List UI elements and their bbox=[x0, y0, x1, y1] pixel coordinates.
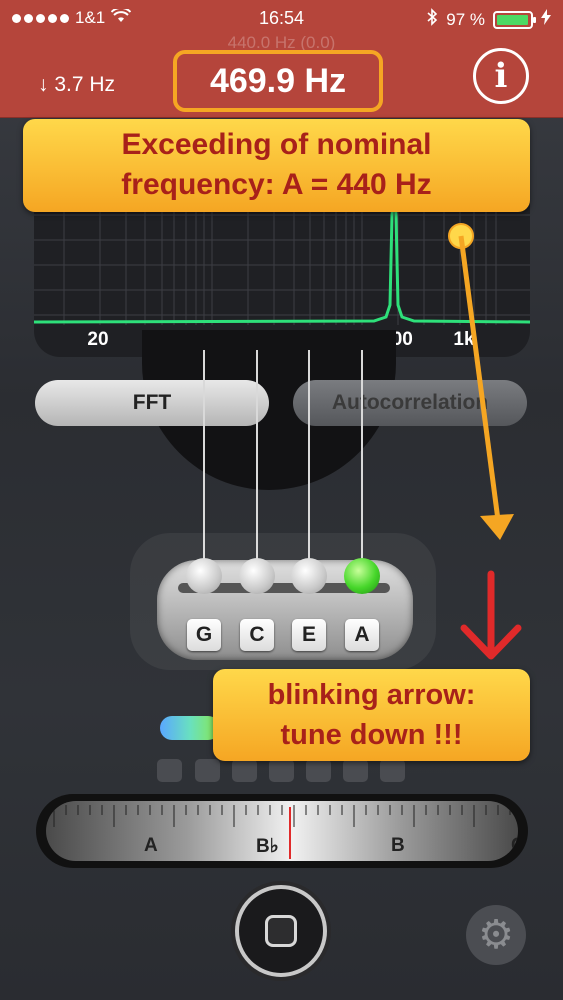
led-1 bbox=[157, 759, 182, 782]
spectrum-tick-label: 20 bbox=[87, 329, 108, 350]
led-5 bbox=[306, 759, 331, 782]
led-7 bbox=[380, 759, 405, 782]
string-key-g[interactable]: G bbox=[187, 619, 221, 651]
bluetooth-icon bbox=[426, 8, 438, 31]
callout-top-line2: frequency: A = 440 Hz bbox=[121, 168, 432, 201]
settings-button[interactable]: ⚙ bbox=[466, 905, 526, 965]
led-2 bbox=[195, 759, 220, 782]
string-key-a[interactable]: A bbox=[345, 619, 379, 651]
led-4 bbox=[269, 759, 294, 782]
tuning-needle bbox=[289, 807, 291, 859]
string-key-c[interactable]: C bbox=[240, 619, 274, 651]
callout-top-line1: Exceeding of nominal bbox=[121, 128, 432, 161]
tab-autocorrelation[interactable]: Autocorrelation bbox=[293, 380, 527, 426]
frequency-display: 469.9 Hz bbox=[173, 50, 383, 112]
spectrum-tick-label: 1k bbox=[453, 329, 475, 350]
scale-label-bflat: B♭ bbox=[256, 836, 279, 857]
scale-label-c: C bbox=[511, 835, 518, 856]
info-icon: i bbox=[494, 56, 508, 96]
callout-nominal-frequency: Exceeding of nominal frequency: A = 440 … bbox=[23, 119, 530, 212]
peg-g[interactable] bbox=[186, 558, 222, 594]
level-meter bbox=[160, 716, 220, 740]
gear-icon: ⚙ bbox=[478, 913, 514, 957]
tab-fft[interactable]: FFT bbox=[35, 380, 269, 426]
frequency-offset: ↓ 3.7 Hz bbox=[38, 73, 116, 96]
scale-label-b: B bbox=[391, 835, 405, 856]
battery-icon bbox=[493, 10, 536, 29]
callout-bottom-line2: tune down !!! bbox=[280, 719, 463, 751]
scale-ticks bbox=[53, 805, 511, 827]
peg-e[interactable] bbox=[291, 558, 327, 594]
header-bar: 1&1 16:54 97 % 440.0 Hz (0.0) ↓ 3.7 Hz 4… bbox=[0, 0, 563, 118]
led-3 bbox=[232, 759, 257, 782]
string-key-e[interactable]: E bbox=[292, 619, 326, 651]
callout-tune-down: blinking arrow: tune down !!! bbox=[213, 669, 530, 761]
status-bar: 1&1 16:54 97 % bbox=[0, 6, 563, 32]
peg-a[interactable] bbox=[344, 558, 380, 594]
led-6 bbox=[343, 759, 368, 782]
info-button[interactable]: i bbox=[473, 48, 529, 104]
home-button[interactable] bbox=[235, 885, 327, 977]
scale-label-a: A bbox=[144, 835, 158, 856]
spectrum-line bbox=[34, 195, 530, 324]
home-icon bbox=[265, 915, 297, 947]
battery-percent: 97 % bbox=[446, 9, 485, 29]
callout-bottom-line1: blinking arrow: bbox=[267, 679, 476, 711]
status-right: 97 % bbox=[426, 8, 551, 31]
charging-icon bbox=[541, 9, 551, 30]
tuning-scale: A B♭ B C bbox=[36, 794, 528, 868]
arrow-down-icon bbox=[460, 570, 522, 660]
peg-c[interactable] bbox=[239, 558, 275, 594]
scale-face: A B♭ B C bbox=[46, 801, 518, 861]
